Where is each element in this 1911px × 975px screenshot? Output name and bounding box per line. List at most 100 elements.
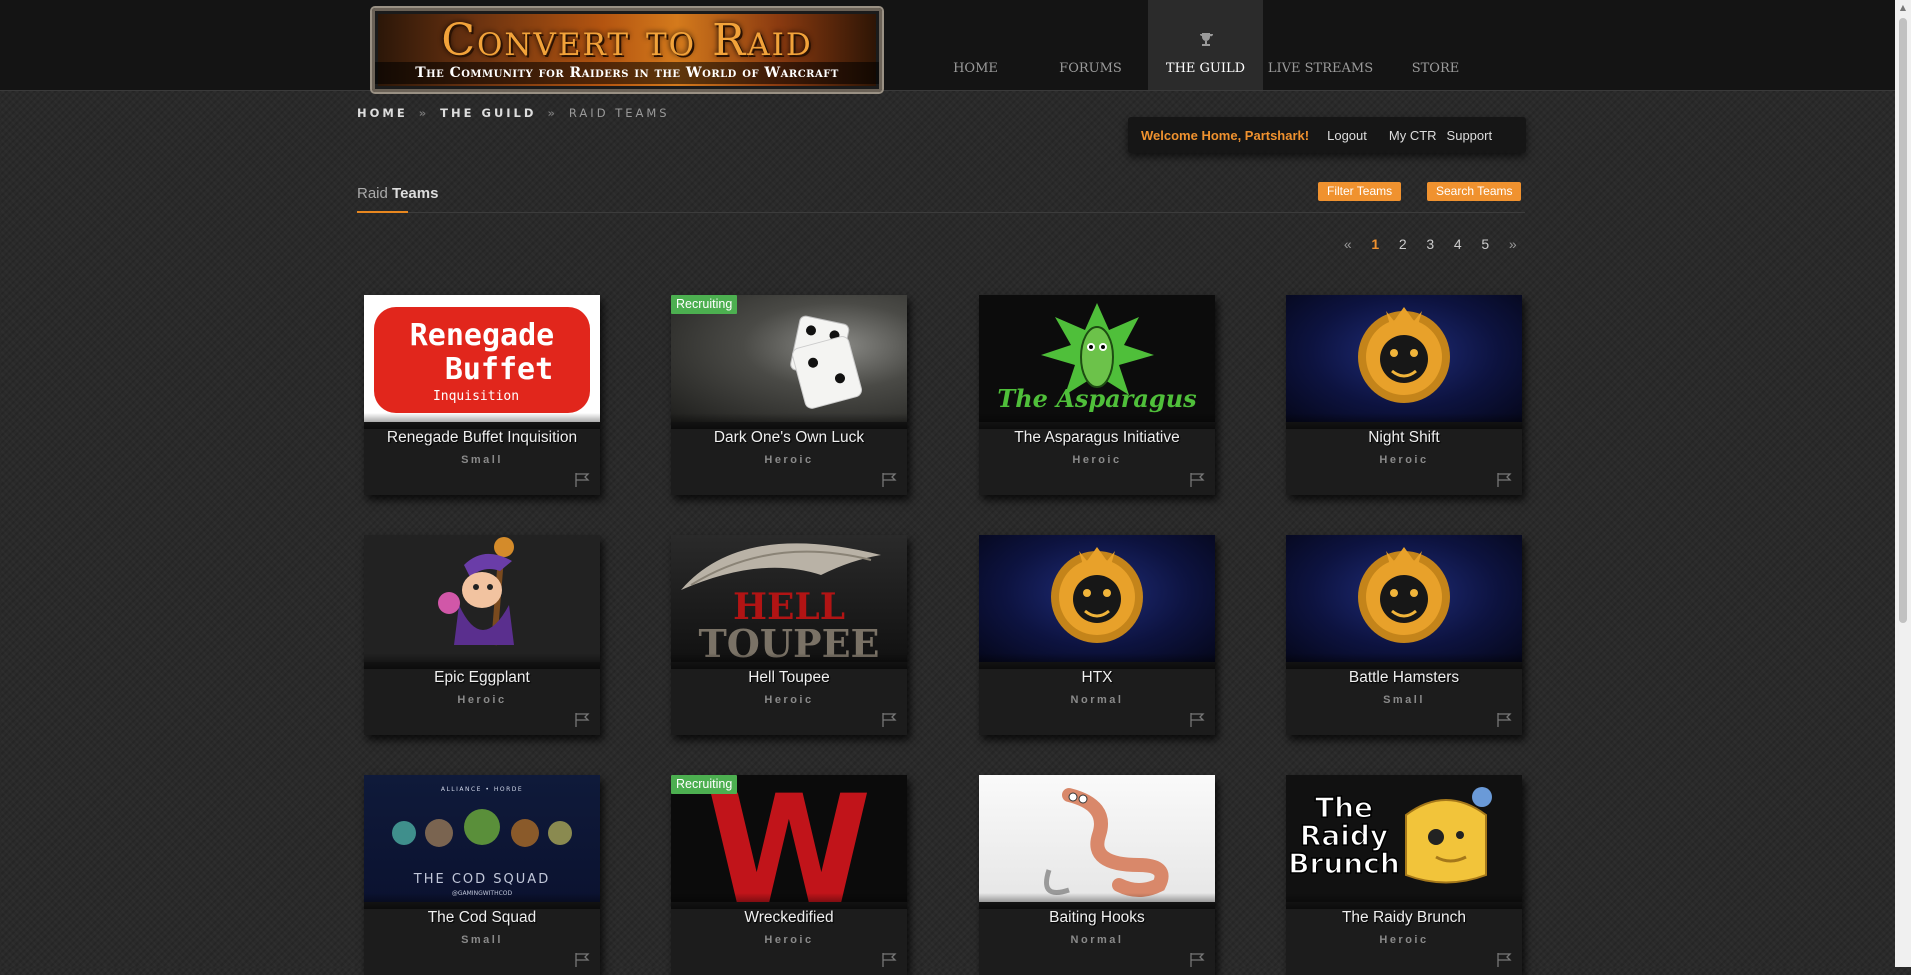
team-name[interactable]: Hell Toupee: [671, 669, 907, 687]
team-card[interactable]: Renegade Buffet Inquisition Renegade Buf…: [364, 295, 600, 495]
team-logo: [1286, 295, 1522, 422]
team-logo: Renegade Buffet Inquisition: [364, 295, 600, 422]
team-logo: [979, 775, 1215, 902]
flag-icon[interactable]: [574, 712, 591, 727]
flag-icon[interactable]: [881, 952, 898, 967]
team-card[interactable]: ALLIANCE • HORDE THE COD SQUAD @GAMINGWI…: [364, 775, 600, 975]
pagination-page-5[interactable]: 5: [1472, 236, 1500, 252]
team-card[interactable]: HTX Normal: [979, 535, 1215, 735]
breadcrumb-separator: »: [418, 106, 430, 120]
nav-the-guild-label: THE GUILD: [1165, 61, 1246, 76]
team-card[interactable]: HELL TOUPEE Hell Toupee Heroic: [671, 535, 907, 735]
team-size: Normal: [1070, 934, 1124, 946]
team-logo: ALLIANCE • HORDE THE COD SQUAD @GAMINGWI…: [364, 775, 600, 902]
team-name[interactable]: Dark One's Own Luck: [671, 429, 907, 447]
nav-forums[interactable]: FORUMS: [1033, 0, 1148, 90]
team-logo: [979, 535, 1215, 662]
flag-icon[interactable]: [574, 472, 591, 487]
pagination-next[interactable]: »: [1499, 236, 1527, 252]
card-shade: [979, 893, 1215, 909]
team-name[interactable]: Battle Hamsters: [1286, 669, 1522, 687]
search-teams-button[interactable]: Search Teams: [1427, 182, 1522, 201]
team-logo-text: Inquisition: [433, 389, 519, 404]
flag-icon[interactable]: [1496, 712, 1513, 727]
nav-live-streams-label: LIVE STREAMS: [1267, 61, 1374, 76]
support-link[interactable]: Support: [1447, 128, 1493, 143]
nav-the-guild[interactable]: THE GUILD: [1148, 0, 1263, 90]
card-shade: [1286, 653, 1522, 669]
team-card[interactable]: Night Shift Heroic: [1286, 295, 1522, 495]
card-shade: [364, 653, 600, 669]
page-scrollbar[interactable]: ▲: [1895, 0, 1911, 967]
team-card[interactable]: The Raidy Brunch The Raidy Brunch Heroic: [1286, 775, 1522, 975]
team-size: Small: [461, 454, 503, 466]
breadcrumb: HOME » THE GUILD » RAID TEAMS: [357, 106, 670, 120]
team-logo: Recruiting: [671, 295, 907, 422]
breadcrumb-home[interactable]: HOME: [357, 106, 408, 120]
pagination-prev[interactable]: «: [1334, 236, 1362, 252]
team-logo: The Asparagus: [979, 295, 1215, 422]
flag-icon[interactable]: [1496, 952, 1513, 967]
team-card[interactable]: Baiting Hooks Normal: [979, 775, 1215, 975]
team-name[interactable]: The Raidy Brunch: [1286, 909, 1522, 927]
breadcrumb-current: RAID TEAMS: [568, 106, 670, 120]
team-logo-text: THE COD SQUAD: [413, 872, 550, 887]
page-title-bold: Teams: [392, 185, 439, 202]
breadcrumb-guild[interactable]: THE GUILD: [440, 106, 536, 120]
team-size: Heroic: [1379, 934, 1429, 946]
team-size: Small: [1383, 694, 1425, 706]
team-logo-text: W: [706, 775, 871, 902]
nav-store[interactable]: STORE: [1378, 0, 1493, 90]
filter-teams-button[interactable]: Filter Teams: [1318, 182, 1402, 201]
team-name[interactable]: Night Shift: [1286, 429, 1522, 447]
card-shade: [1286, 893, 1522, 909]
team-size: Heroic: [764, 694, 814, 706]
logout-link[interactable]: Logout: [1327, 128, 1367, 143]
flag-icon[interactable]: [1496, 472, 1513, 487]
team-size: Heroic: [764, 934, 814, 946]
team-logo-text: Buffet: [445, 352, 553, 387]
team-name[interactable]: Renegade Buffet Inquisition: [364, 429, 600, 447]
pagination-page-2[interactable]: 2: [1389, 236, 1417, 252]
flag-icon[interactable]: [1189, 952, 1206, 967]
team-name[interactable]: Epic Eggplant: [364, 669, 600, 687]
team-logo: [1286, 535, 1522, 662]
card-shade: [364, 413, 600, 429]
flag-icon[interactable]: [1189, 712, 1206, 727]
pagination-page-4[interactable]: 4: [1444, 236, 1472, 252]
team-size: Small: [461, 934, 503, 946]
team-logo-text: ALLIANCE • HORDE: [441, 786, 523, 793]
scroll-up-arrow-icon[interactable]: ▲: [1895, 0, 1911, 16]
team-name[interactable]: Baiting Hooks: [979, 909, 1215, 927]
team-size: Heroic: [457, 694, 507, 706]
team-card[interactable]: Battle Hamsters Small: [1286, 535, 1522, 735]
nav-home[interactable]: HOME: [918, 0, 1033, 90]
recruiting-badge: Recruiting: [671, 295, 738, 314]
logo-title: Convert to Raid: [441, 15, 813, 66]
my-ctr-link[interactable]: My CTR: [1389, 128, 1437, 143]
flag-icon[interactable]: [881, 712, 898, 727]
card-shade: [979, 653, 1215, 669]
site-logo[interactable]: Convert to Raid The Community for Raider…: [372, 8, 882, 92]
team-name[interactable]: Wreckedified: [671, 909, 907, 927]
team-card[interactable]: The Asparagus The Asparagus Initiative H…: [979, 295, 1215, 495]
team-card[interactable]: W Recruiting Wreckedified Heroic: [671, 775, 907, 975]
nav-home-label: HOME: [953, 61, 998, 76]
pagination: « 1 2 3 4 5 »: [1334, 236, 1527, 252]
flag-icon[interactable]: [574, 952, 591, 967]
team-name[interactable]: The Asparagus Initiative: [979, 429, 1215, 447]
scrollbar-thumb[interactable]: [1899, 18, 1907, 623]
team-card[interactable]: Epic Eggplant Heroic: [364, 535, 600, 735]
team-name[interactable]: HTX: [979, 669, 1215, 687]
team-logo-text: The Asparagus: [997, 384, 1197, 413]
team-name[interactable]: The Cod Squad: [364, 909, 600, 927]
nav-store-label: STORE: [1411, 61, 1460, 76]
pagination-page-3[interactable]: 3: [1417, 236, 1445, 252]
nav-live-streams[interactable]: LIVE STREAMS: [1263, 0, 1378, 90]
flag-icon[interactable]: [1189, 472, 1206, 487]
flag-icon[interactable]: [881, 472, 898, 487]
pagination-page-1[interactable]: 1: [1362, 236, 1390, 252]
team-card[interactable]: Recruiting Dark One's Own Luck Heroic: [671, 295, 907, 495]
card-shade: [671, 413, 907, 429]
team-size: Normal: [1070, 694, 1124, 706]
